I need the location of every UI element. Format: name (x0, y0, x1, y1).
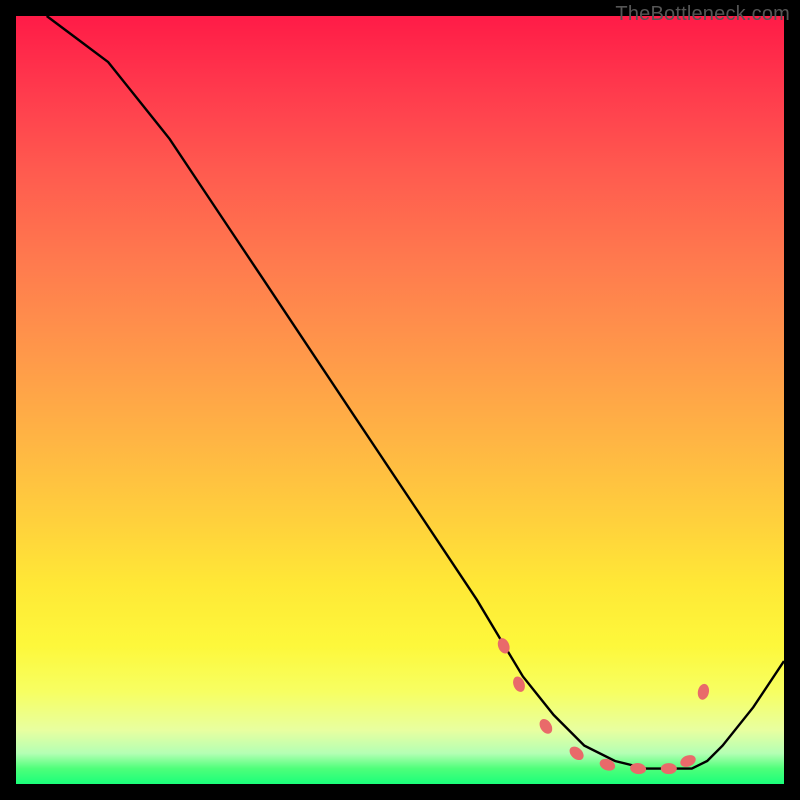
chart-plot-area (16, 16, 784, 784)
marker-dot (567, 744, 586, 763)
curve-line (47, 16, 784, 769)
marker-dot (696, 683, 710, 701)
chart-svg (16, 16, 784, 784)
marker-dot (537, 717, 555, 736)
watermark-text: TheBottleneck.com (615, 3, 790, 26)
marker-dot (661, 763, 677, 774)
